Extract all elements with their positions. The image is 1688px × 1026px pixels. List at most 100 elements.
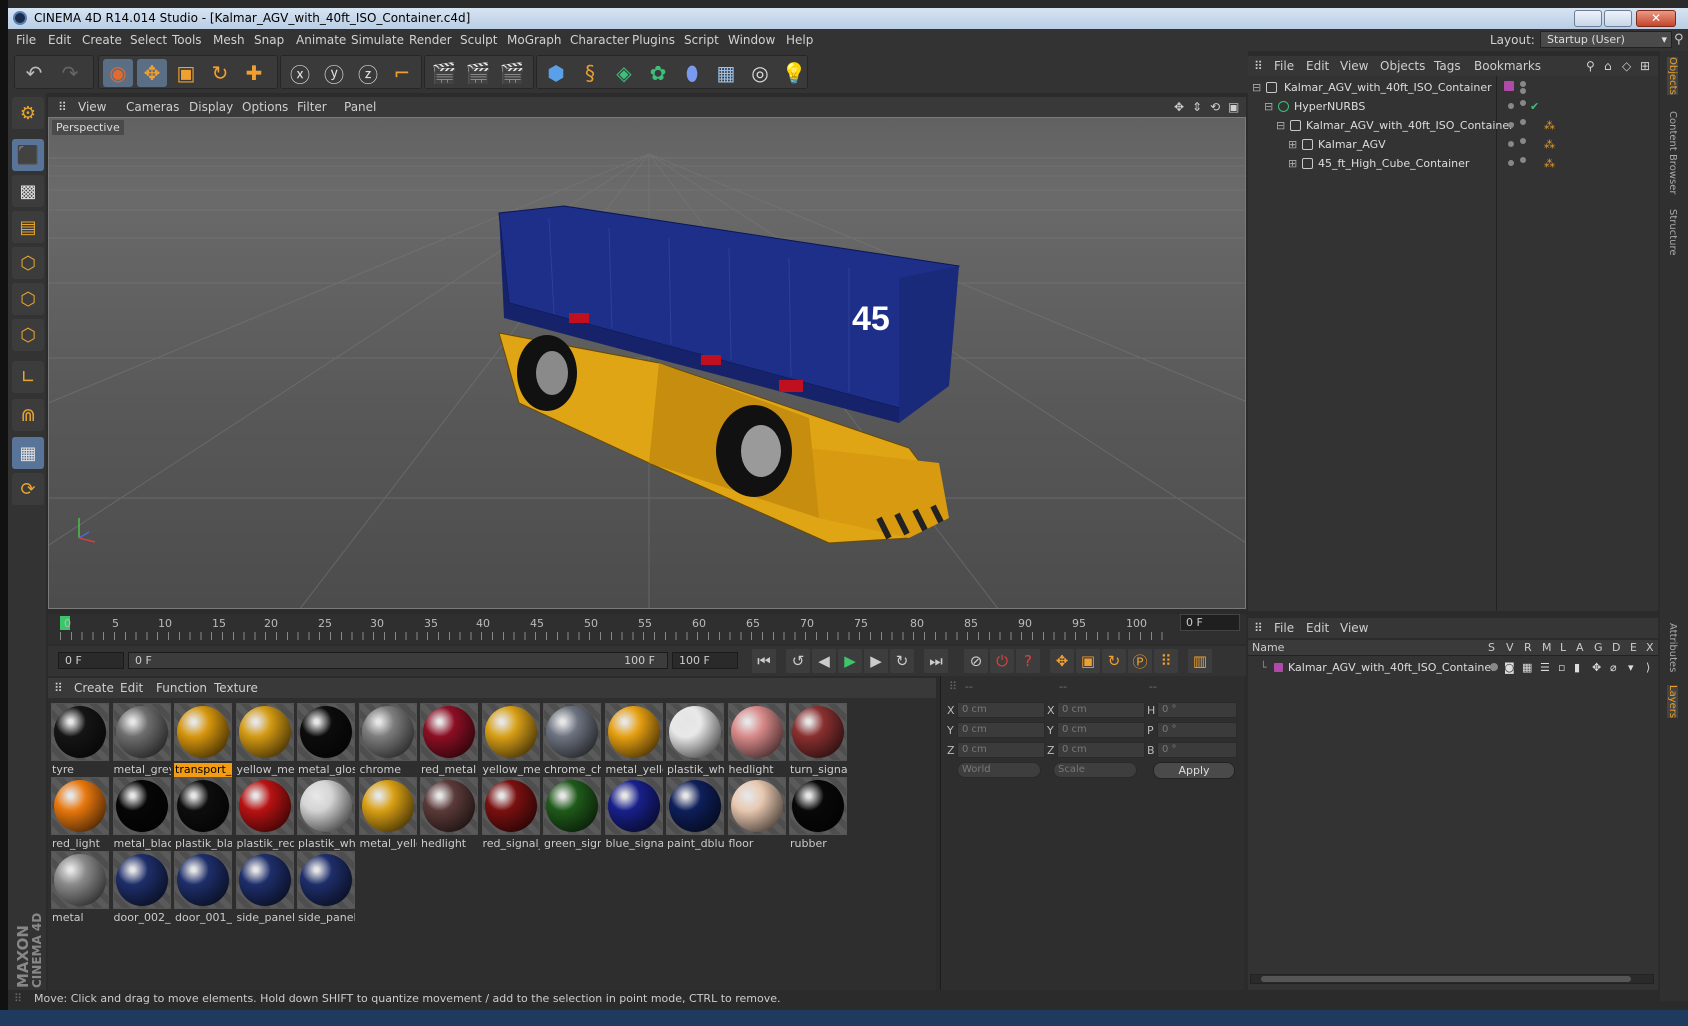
object-menu-tags[interactable]: Tags <box>1434 59 1461 73</box>
make-editable-icon[interactable]: ⚙ <box>12 97 44 129</box>
viewport-menu-filter[interactable]: Filter <box>297 100 327 114</box>
material-swatch[interactable]: plastik_bla <box>173 776 233 851</box>
material-menu-create[interactable]: Create <box>74 681 114 695</box>
material-swatch[interactable]: plastik_wh <box>296 776 356 851</box>
material-swatch[interactable]: metal_yello <box>604 702 664 777</box>
snap-icon[interactable]: ⟳ <box>12 473 44 505</box>
layer-lock-icon[interactable]: ▫ <box>1558 661 1565 674</box>
column-header-view[interactable]: V <box>1506 641 1514 654</box>
layer-expression-icon[interactable]: ▾ <box>1628 661 1634 674</box>
apply-button[interactable]: Apply <box>1153 762 1235 779</box>
material-swatch[interactable]: chrome_ch <box>542 702 602 777</box>
previous-key-icon[interactable]: ↺ <box>786 649 810 673</box>
spline-icon[interactable]: § <box>575 59 605 87</box>
menu-snap[interactable]: Snap <box>254 33 284 47</box>
material-swatch[interactable]: plastik_red <box>235 776 295 851</box>
key-pla-icon[interactable]: ⠿ <box>1154 649 1178 673</box>
coordinate-mode-select[interactable]: Scale <box>1053 762 1137 778</box>
material-swatch[interactable]: metal_blac <box>112 776 172 851</box>
column-header-name[interactable]: Name <box>1252 641 1284 654</box>
floor-icon[interactable]: ▦ <box>711 59 741 87</box>
menu-file[interactable]: File <box>16 33 36 47</box>
object-row[interactable]: ⊟ Kalmar_AGV_with_40ft_ISO_Container <box>1248 78 1658 97</box>
position-z-field[interactable]: 0 cm <box>957 742 1045 758</box>
material-swatch[interactable]: yellow_met <box>481 702 541 777</box>
menu-mesh[interactable]: Mesh <box>213 33 245 47</box>
menu-tools[interactable]: Tools <box>172 33 202 47</box>
size-y-field[interactable]: 0 cm <box>1057 722 1145 738</box>
rotate-icon[interactable]: ↻ <box>205 59 235 87</box>
object-row[interactable]: ⊞ Kalmar_AGV ⁂ <box>1248 135 1658 154</box>
object-menu-objects[interactable]: Objects <box>1380 59 1425 73</box>
scrollbar-thumb[interactable] <box>1261 976 1631 982</box>
column-header-generators[interactable]: G <box>1594 641 1603 654</box>
restore-icon[interactable] <box>1604 10 1632 27</box>
menu-simulate[interactable]: Simulate <box>351 33 404 47</box>
column-header-animation[interactable]: A <box>1576 641 1584 654</box>
layer-view-eye-icon[interactable]: ◙ <box>1504 661 1515 674</box>
render-view-icon[interactable]: 🎬 <box>429 59 459 87</box>
rotation-b-field[interactable]: 0 ° <box>1157 742 1237 758</box>
new-window-icon[interactable]: ⊞ <box>1640 59 1650 73</box>
menu-help[interactable]: Help <box>786 33 813 47</box>
viewport-menu-options[interactable]: Options <box>242 100 288 114</box>
material-swatch[interactable]: tyre <box>50 702 110 777</box>
tab-layers[interactable]: Layers <box>1667 685 1678 719</box>
menu-window[interactable]: Window <box>728 33 775 47</box>
editor-visibility-icon[interactable] <box>1508 141 1514 147</box>
render-visibility-icon[interactable] <box>1520 88 1526 94</box>
workplane-lock-icon[interactable]: ▦ <box>12 437 44 469</box>
tree-toggle-icon[interactable]: ⊟ <box>1276 119 1285 132</box>
magnet-icon[interactable]: ⋒ <box>12 399 44 431</box>
menu-edit[interactable]: Edit <box>48 33 71 47</box>
render-visibility-icon[interactable] <box>1520 138 1526 144</box>
material-swatch[interactable]: floor <box>727 776 787 851</box>
menu-create[interactable]: Create <box>82 33 122 47</box>
material-swatch[interactable]: transport_ <box>173 702 233 777</box>
move-view-icon[interactable]: ✥ <box>1174 100 1184 114</box>
play-icon[interactable]: ▶ <box>838 649 862 673</box>
editor-visibility-icon[interactable] <box>1508 160 1514 166</box>
size-x-field[interactable]: 0 cm <box>1057 702 1145 718</box>
z-axis-icon[interactable]: ⓩ <box>353 59 383 87</box>
live-selection-icon[interactable]: ◉ <box>103 59 133 87</box>
tree-toggle-icon[interactable]: ⊞ <box>1288 157 1297 170</box>
timeline-ruler[interactable]: 0 5 10 15 20 25 30 35 40 45 50 55 60 65 … <box>48 614 1246 644</box>
column-header-expressions[interactable]: E <box>1630 641 1637 654</box>
material-swatch[interactable]: paint_dblu <box>665 776 725 851</box>
search-icon[interactable]: ⚲ <box>1586 59 1595 73</box>
rotate-view-icon[interactable]: ⟲ <box>1210 100 1220 114</box>
object-row[interactable]: ⊞ 45_ft_High_Cube_Container ⁂ <box>1248 154 1658 173</box>
mograph-cloner-icon[interactable]: ✿ <box>643 59 673 87</box>
tab-attributes[interactable]: Attributes <box>1667 623 1678 672</box>
camera-icon[interactable]: ◎ <box>745 59 775 87</box>
current-frame-field[interactable]: 0 F <box>1180 614 1240 631</box>
minimize-icon[interactable] <box>1574 10 1602 27</box>
search-icon[interactable]: ⚲ <box>1674 32 1684 47</box>
edges-mode-icon[interactable]: ⬡ <box>12 283 44 315</box>
object-menu-file[interactable]: File <box>1274 59 1294 73</box>
autokey-icon[interactable]: ⏻ <box>990 649 1014 673</box>
column-header-deformers[interactable]: D <box>1612 641 1620 654</box>
material-swatch[interactable]: turn_signa <box>788 702 848 777</box>
move-icon[interactable]: ✥ <box>137 59 167 87</box>
render-picture-viewer-icon[interactable]: 🎬 <box>463 59 493 87</box>
material-swatch[interactable]: chrome <box>358 702 418 777</box>
phong-tag-icon[interactable]: ⁂ <box>1544 157 1555 170</box>
material-swatch[interactable]: hedlight <box>727 702 787 777</box>
horizontal-scrollbar[interactable] <box>1250 974 1654 984</box>
tree-toggle-icon[interactable]: ⊟ <box>1252 81 1261 94</box>
layer-menu-view[interactable]: View <box>1340 621 1368 635</box>
material-swatch[interactable]: blue_signa <box>604 776 664 851</box>
material-menu-texture[interactable]: Texture <box>214 681 258 695</box>
material-swatch[interactable]: red_light <box>50 776 110 851</box>
material-swatch[interactable]: red_signal_ <box>481 776 541 851</box>
end-frame-field[interactable]: 100 F <box>672 652 738 669</box>
close-button[interactable]: ✕ <box>1636 10 1676 27</box>
light-icon[interactable]: 💡 <box>779 59 809 87</box>
layer-animation-icon[interactable]: ▮ <box>1574 661 1580 674</box>
previous-frame-icon[interactable]: ◀ <box>812 649 836 673</box>
material-menu-function[interactable]: Function <box>156 681 207 695</box>
material-swatch[interactable]: metal_yello <box>358 776 418 851</box>
coordinate-space-select[interactable]: World <box>957 762 1041 778</box>
